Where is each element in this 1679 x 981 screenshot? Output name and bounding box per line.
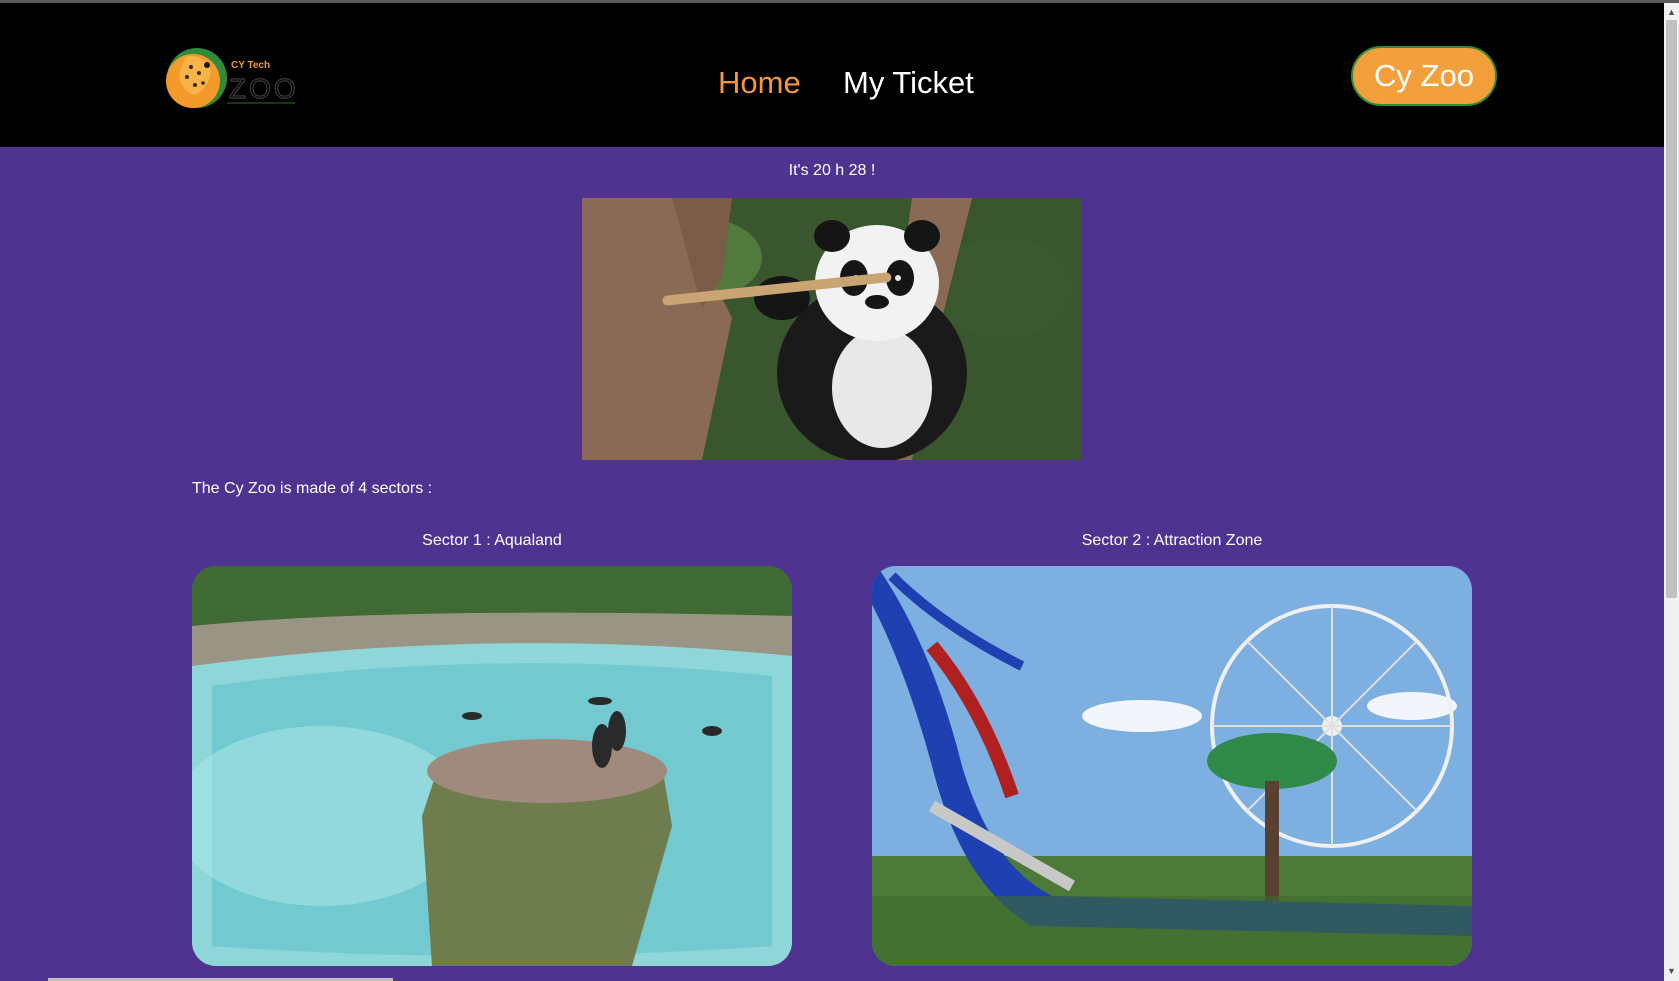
clock-text: It's 20 h 28 ! [788, 162, 876, 179]
nav-home-link[interactable]: Home [718, 65, 801, 101]
sector-2-attraction-zone-image[interactable] [872, 566, 1472, 966]
scroll-up-arrow-icon[interactable]: ▲ [1664, 5, 1679, 20]
sectors-intro-text: The Cy Zoo is made of 4 sectors : [192, 480, 433, 497]
scroll-down-arrow-icon[interactable]: ▼ [1664, 964, 1679, 979]
svg-text:CY Tech: CY Tech [231, 60, 270, 71]
nav-my-ticket-link[interactable]: My Ticket [843, 65, 974, 101]
sector-1-aqualand-image[interactable] [192, 566, 792, 966]
cy-zoo-button[interactable]: Cy Zoo [1351, 46, 1497, 106]
scrollbar-thumb[interactable] [1666, 20, 1677, 598]
site-header: CY Tech ZOO Home My Ticket Cy Zoo [0, 3, 1664, 147]
sector-2-title: Sector 2 : Attraction Zone [1081, 532, 1263, 549]
svg-text:ZOO: ZOO [229, 73, 299, 104]
panda-image [582, 198, 1082, 460]
cy-tech-zoo-logo[interactable]: CY Tech ZOO [165, 43, 301, 113]
sector-1-title: Sector 1 : Aqualand [422, 532, 562, 549]
